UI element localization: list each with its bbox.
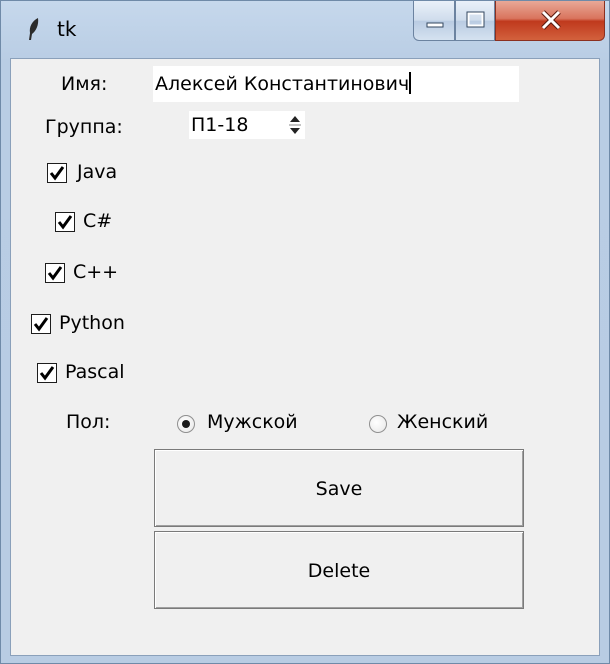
checkbox-box[interactable] <box>37 363 57 383</box>
app-window: tk Имя: Алексей Константинович Группа: П… <box>0 0 610 664</box>
minimize-button[interactable] <box>413 1 455 41</box>
group-spinbox-value: П1-18 <box>191 114 249 136</box>
form-area: Имя: Алексей Константинович Группа: П1-1… <box>10 58 600 656</box>
caption-buttons <box>413 1 607 41</box>
group-label: Группа: <box>45 116 123 138</box>
radio-button[interactable] <box>177 415 195 433</box>
window-title: tk <box>57 17 77 41</box>
checkbox-box[interactable] <box>47 163 67 183</box>
name-input[interactable]: Алексей Константинович <box>153 66 519 102</box>
checkmark-icon <box>49 166 65 181</box>
feather-icon <box>27 17 41 41</box>
checkbox-label: Java <box>77 161 118 183</box>
radio-label: Мужской <box>207 411 298 433</box>
checkbox-label: C++ <box>73 261 119 283</box>
checkbox-box[interactable] <box>45 263 65 283</box>
title-bar[interactable]: tk <box>1 1 609 57</box>
spin-arrows-icon[interactable] <box>287 113 303 137</box>
checkmark-icon <box>39 366 55 381</box>
radio-selected-dot <box>182 420 190 428</box>
close-button[interactable] <box>495 1 605 41</box>
group-spinbox[interactable]: П1-18 <box>189 111 305 139</box>
text-caret <box>409 72 412 94</box>
name-label: Имя: <box>61 73 108 95</box>
checkmark-icon <box>47 266 63 281</box>
checkbox-box[interactable] <box>31 314 51 334</box>
checkmark-icon <box>57 215 73 230</box>
maximize-button[interactable] <box>455 1 495 41</box>
checkmark-icon <box>33 317 49 332</box>
checkbox-label: Pascal <box>65 361 125 383</box>
delete-button[interactable]: Delete <box>154 531 524 609</box>
gender-label: Пол: <box>66 411 111 433</box>
name-input-value: Алексей Константинович <box>155 73 410 95</box>
radio-button[interactable] <box>369 415 387 433</box>
checkbox-label: C# <box>83 210 113 232</box>
checkbox-box[interactable] <box>55 212 75 232</box>
save-button[interactable]: Save <box>154 449 524 527</box>
radio-label: Женский <box>397 411 489 433</box>
checkbox-label: Python <box>59 312 125 334</box>
